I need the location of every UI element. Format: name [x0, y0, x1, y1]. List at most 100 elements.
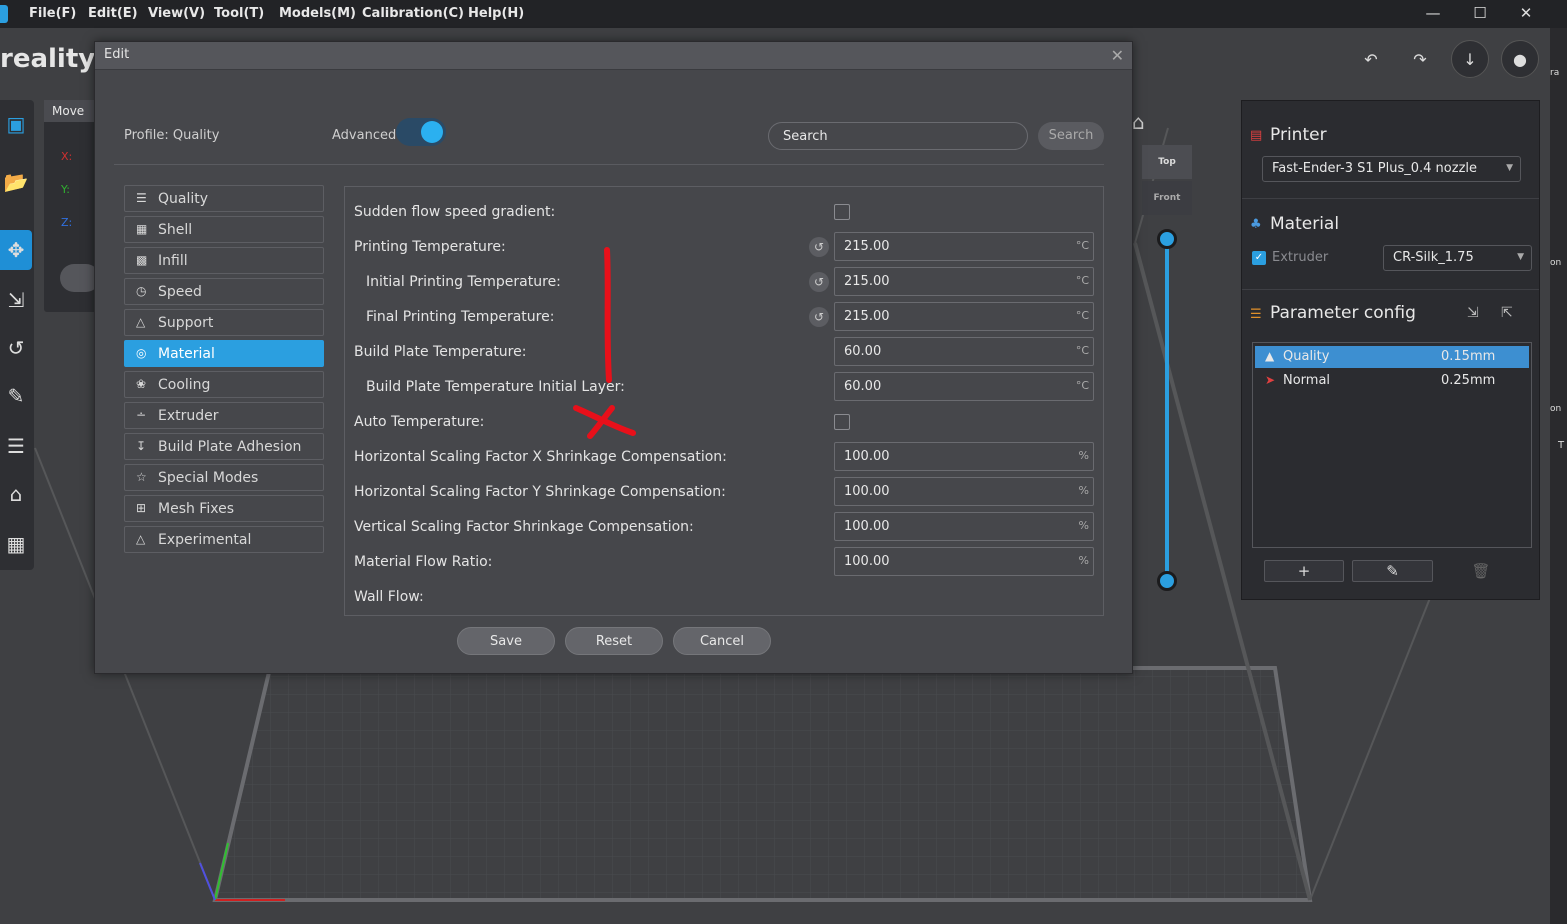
auto-temperature-checkbox[interactable]: [834, 414, 850, 430]
build-plate-temperature-input[interactable]: 60.00 °C: [834, 337, 1094, 366]
menu-calibration[interactable]: Calibration(C): [362, 6, 464, 21]
sudden-flow-checkbox[interactable]: [834, 204, 850, 220]
category-experimental[interactable]: △ Experimental: [124, 526, 324, 553]
edge-text: on: [1550, 404, 1562, 414]
scaling-y-input[interactable]: 100.00%: [834, 477, 1094, 506]
param-value: 215.00: [844, 274, 890, 289]
reset-icon[interactable]: ↺: [809, 237, 829, 257]
rotate-tool-icon[interactable]: ↺: [0, 328, 32, 368]
cube-icon[interactable]: ▣: [0, 104, 32, 144]
material-icon: ♣: [1250, 217, 1262, 232]
menu-help[interactable]: Help(H): [468, 6, 524, 21]
edit-profile-button[interactable]: ✎: [1352, 560, 1433, 582]
close-window-icon[interactable]: ✕: [1511, 4, 1541, 24]
menu-file[interactable]: File(F): [29, 6, 76, 21]
material-flow-ratio-input[interactable]: 100.00%: [834, 547, 1094, 576]
axis-z-label: Z:: [61, 216, 73, 229]
category-build-plate-adhesion[interactable]: ↧ Build Plate Adhesion: [124, 433, 324, 460]
category-extruder[interactable]: ∸ Extruder: [124, 402, 324, 429]
build-plate-initial-layer-input[interactable]: 60.00 °C: [834, 372, 1094, 401]
search-input[interactable]: [768, 122, 1028, 150]
menu-edit[interactable]: Edit(E): [88, 6, 138, 21]
printer-icon: ▤: [1250, 128, 1263, 143]
material-title: Material: [1270, 214, 1340, 234]
more-tools-icon[interactable]: ▦: [0, 524, 32, 564]
menu-view[interactable]: View(V): [148, 6, 205, 21]
param-unit: °C: [1075, 309, 1089, 322]
cancel-button[interactable]: Cancel: [673, 627, 771, 655]
dialog-titlebar: Edit ✕: [95, 42, 1132, 70]
maximize-icon[interactable]: ☐: [1465, 4, 1495, 24]
param-row: Sudden flow speed gradient:: [345, 194, 1103, 229]
param-value: 60.00: [844, 344, 882, 359]
printer-title: Printer: [1270, 125, 1327, 145]
view-front-button[interactable]: Front: [1142, 181, 1192, 215]
category-speed[interactable]: ◷ Speed: [124, 278, 324, 305]
category-infill[interactable]: ▩ Infill: [124, 247, 324, 274]
param-value: 60.00: [844, 379, 882, 394]
param-value: 100.00: [844, 484, 890, 499]
material-select[interactable]: CR-Silk_1.75 ▼: [1383, 245, 1532, 271]
category-quality[interactable]: ☰ Quality: [124, 185, 324, 212]
list-icon[interactable]: ☰: [0, 426, 32, 466]
reset-icon[interactable]: ↺: [809, 307, 829, 327]
profile-list: ▲ Quality 0.15mm ➤ Normal 0.25mm: [1252, 342, 1532, 548]
printing-temperature-input[interactable]: 215.00 °C: [834, 232, 1094, 261]
lay-flat-icon[interactable]: ✎: [0, 376, 32, 416]
category-material[interactable]: ◎ Material: [124, 340, 324, 367]
profile-row-quality[interactable]: ▲ Quality 0.15mm: [1255, 346, 1529, 368]
scale-tool-icon[interactable]: ⇲: [0, 280, 32, 320]
printer-select[interactable]: Fast-Ender-3 S1 Plus_0.4 nozzle ▼: [1262, 156, 1521, 182]
menu-bar: File(F) Edit(E) View(V) Tool(T) Models(M…: [0, 0, 1567, 28]
download-icon[interactable]: ↓: [1451, 40, 1489, 78]
final-printing-temperature-input[interactable]: 215.00 °C: [834, 302, 1094, 331]
add-profile-button[interactable]: +: [1264, 560, 1344, 582]
material-select-value: CR-Silk_1.75: [1393, 250, 1474, 265]
search-button[interactable]: Search: [1038, 122, 1104, 150]
export-icon[interactable]: ⇱: [1501, 305, 1513, 321]
move-tool-icon[interactable]: ✥: [0, 230, 32, 270]
speed-icon: ◷: [136, 284, 147, 298]
advanced-toggle[interactable]: [396, 118, 446, 146]
layer-slider-top-handle[interactable]: [1157, 229, 1177, 249]
home-view-icon[interactable]: ⌂: [1132, 110, 1145, 134]
layer-slider-bottom-handle[interactable]: [1157, 571, 1177, 591]
edge-text: T: [1558, 440, 1565, 451]
category-label: Cooling: [158, 377, 211, 393]
param-value: 215.00: [844, 239, 890, 254]
open-folder-icon[interactable]: 📂: [0, 162, 32, 202]
redo-icon[interactable]: ↷: [1401, 40, 1439, 78]
category-mesh-fixes[interactable]: ⊞ Mesh Fixes: [124, 495, 324, 522]
minimize-icon[interactable]: —: [1418, 4, 1448, 24]
reset-icon[interactable]: ↺: [809, 272, 829, 292]
profile-row-normal[interactable]: ➤ Normal 0.25mm: [1255, 370, 1529, 392]
reset-button[interactable]: Reset: [565, 627, 663, 655]
undo-icon[interactable]: ↶: [1352, 40, 1390, 78]
close-icon[interactable]: ✕: [1111, 46, 1124, 65]
category-label: Mesh Fixes: [158, 501, 234, 517]
delete-profile-button[interactable]: 🗑: [1441, 560, 1521, 582]
view-top-button[interactable]: Top: [1142, 145, 1192, 179]
layer-slider-track[interactable]: [1165, 238, 1169, 582]
category-support[interactable]: △ Support: [124, 309, 324, 336]
menu-tool[interactable]: Tool(T): [214, 6, 264, 21]
param-label: Material Flow Ratio:: [354, 554, 493, 570]
category-cooling[interactable]: ❀ Cooling: [124, 371, 324, 398]
extruder-checkbox[interactable]: ✓: [1252, 251, 1266, 265]
profile-name: Quality: [1283, 349, 1330, 364]
user-avatar-icon[interactable]: ●: [1501, 40, 1539, 78]
param-row: Horizontal Scaling Factor X Shrinkage Co…: [345, 439, 1103, 474]
import-icon[interactable]: ⇲: [1467, 305, 1479, 321]
support-tool-icon[interactable]: ⌂: [0, 474, 32, 514]
menu-models[interactable]: Models(M): [279, 6, 356, 21]
category-shell[interactable]: ▦ Shell: [124, 216, 324, 243]
scaling-x-input[interactable]: 100.00%: [834, 442, 1094, 471]
category-special-modes[interactable]: ☆ Special Modes: [124, 464, 324, 491]
param-row: Wall Flow:: [345, 579, 1103, 614]
initial-printing-temperature-input[interactable]: 215.00 °C: [834, 267, 1094, 296]
profile-label: Profile: Quality: [124, 128, 220, 143]
param-unit: %: [1078, 449, 1089, 462]
save-button[interactable]: Save: [457, 627, 555, 655]
param-unit: %: [1078, 484, 1089, 497]
scaling-vertical-input[interactable]: 100.00%: [834, 512, 1094, 541]
